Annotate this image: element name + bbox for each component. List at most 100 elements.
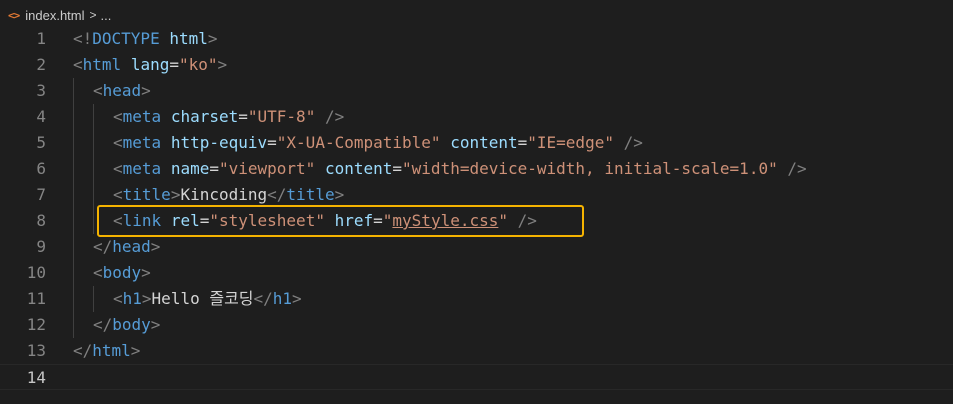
- code-operator: =: [267, 133, 277, 152]
- indent-guide: [73, 312, 74, 338]
- line-number: 3: [36, 81, 46, 100]
- code-tag-name: meta: [122, 107, 162, 126]
- code-operator: =: [517, 133, 528, 152]
- code-text: <meta http-equiv="X-UA-Compatible" conte…: [113, 130, 643, 156]
- code-punctuation: >: [141, 263, 151, 282]
- indent-guide: [93, 208, 94, 234]
- code-punctuation: <: [113, 107, 123, 126]
- code-text: </body>: [93, 312, 160, 338]
- indent-guide: [93, 286, 94, 312]
- code-tag-name: html: [92, 341, 131, 360]
- line-number: 1: [36, 29, 46, 48]
- line-number: 5: [36, 133, 46, 152]
- code-attribute: content: [324, 159, 393, 178]
- code-operator: =: [169, 55, 179, 74]
- code-punctuation: />: [787, 159, 807, 178]
- code-line[interactable]: 1 <!DOCTYPE html>: [0, 26, 953, 52]
- code-attribute: charset: [170, 107, 239, 126]
- line-number: 11: [26, 289, 46, 308]
- code-punctuation: />: [324, 107, 345, 126]
- code-punctuation: </: [93, 315, 113, 334]
- code-text: <h1>Hello 즐코딩</h1>: [113, 286, 302, 312]
- code-line[interactable]: 4 <meta charset="UTF-8" />: [0, 104, 953, 130]
- code-line[interactable]: 3 <head>: [0, 78, 953, 104]
- code-line[interactable]: 14: [0, 364, 953, 390]
- indent-guide: [73, 130, 74, 156]
- code-tag-name: html: [82, 55, 122, 74]
- code-punctuation: >: [170, 185, 181, 204]
- code-tag-name: title: [286, 185, 335, 204]
- code-punctuation: >: [292, 289, 302, 308]
- code-punctuation: >: [207, 29, 218, 48]
- code-text: <body>: [93, 260, 151, 286]
- indent-guide: [93, 104, 94, 130]
- code-punctuation: <: [113, 159, 123, 178]
- code-attribute: http-equiv: [170, 133, 268, 152]
- code-line[interactable]: 12 </body>: [0, 312, 953, 338]
- code-tag-name: meta: [122, 133, 162, 152]
- indent-guide: [73, 78, 74, 104]
- code-punctuation: <: [113, 185, 123, 204]
- code-line[interactable]: 9 </head>: [0, 234, 953, 260]
- code-text: <!DOCTYPE html>: [73, 26, 218, 52]
- code-punctuation: <: [93, 81, 103, 100]
- line-number: 14: [26, 368, 46, 387]
- line-number: 13: [26, 341, 46, 360]
- code-punctuation: <: [93, 263, 103, 282]
- code-text-token: Kincoding: [180, 185, 268, 204]
- code-line[interactable]: 2 <html lang="ko">: [0, 52, 953, 78]
- indent-guide: [93, 182, 94, 208]
- code-string: "width=device-width, initial-scale=1.0": [402, 159, 778, 178]
- code-tag-name: body: [112, 315, 151, 334]
- code-attribute: html: [169, 29, 208, 48]
- code-punctuation: </: [253, 289, 273, 308]
- code-operator: =: [209, 159, 219, 178]
- indent-guide: [93, 130, 94, 156]
- indent-guide: [73, 286, 74, 312]
- indent-guide: [73, 156, 74, 182]
- code-text: </html>: [73, 338, 140, 364]
- code-line[interactable]: 10 <body>: [0, 260, 953, 286]
- line-number: 6: [36, 159, 46, 178]
- breadcrumb-file[interactable]: index.html: [25, 8, 84, 23]
- highlight-box: [97, 205, 584, 237]
- code-operator: =: [392, 159, 403, 178]
- code-punctuation: </: [267, 185, 287, 204]
- code-line[interactable]: 13 </html>: [0, 338, 953, 364]
- code-string: "X-UA-Compatible": [276, 133, 441, 152]
- code-line[interactable]: 6 <meta name="viewport" content="width=de…: [0, 156, 953, 182]
- html-file-icon: <>: [8, 8, 20, 22]
- code-punctuation: <: [113, 289, 123, 308]
- code-tag-name: meta: [122, 159, 162, 178]
- line-number: 2: [36, 55, 46, 74]
- code-tag-name: DOCTYPE: [92, 29, 160, 48]
- indent-guide: [73, 182, 74, 208]
- code-text: </head>: [93, 234, 160, 260]
- code-tag-name: head: [112, 237, 151, 256]
- breadcrumb-symbols[interactable]: ...: [101, 8, 112, 23]
- line-number: 10: [26, 263, 46, 282]
- code-punctuation: <: [73, 55, 83, 74]
- code-string: "IE=edge": [527, 133, 614, 152]
- code-tag-name: h1: [272, 289, 293, 308]
- code-line[interactable]: 5 <meta http-equiv="X-UA-Compatible" cont…: [0, 130, 953, 156]
- code-text-token: Hello 즐코딩: [151, 289, 254, 308]
- code-tag-name: h1: [122, 289, 142, 308]
- line-number: 12: [26, 315, 46, 334]
- code-line[interactable]: 11 <h1>Hello 즐코딩</h1>: [0, 286, 953, 312]
- indent-guide: [73, 208, 74, 234]
- indent-guide: [93, 156, 94, 182]
- code-punctuation: >: [334, 185, 345, 204]
- code-punctuation: >: [141, 81, 151, 100]
- indent-guide: [73, 104, 74, 130]
- code-attribute: lang: [130, 55, 170, 74]
- code-punctuation: >: [217, 55, 228, 74]
